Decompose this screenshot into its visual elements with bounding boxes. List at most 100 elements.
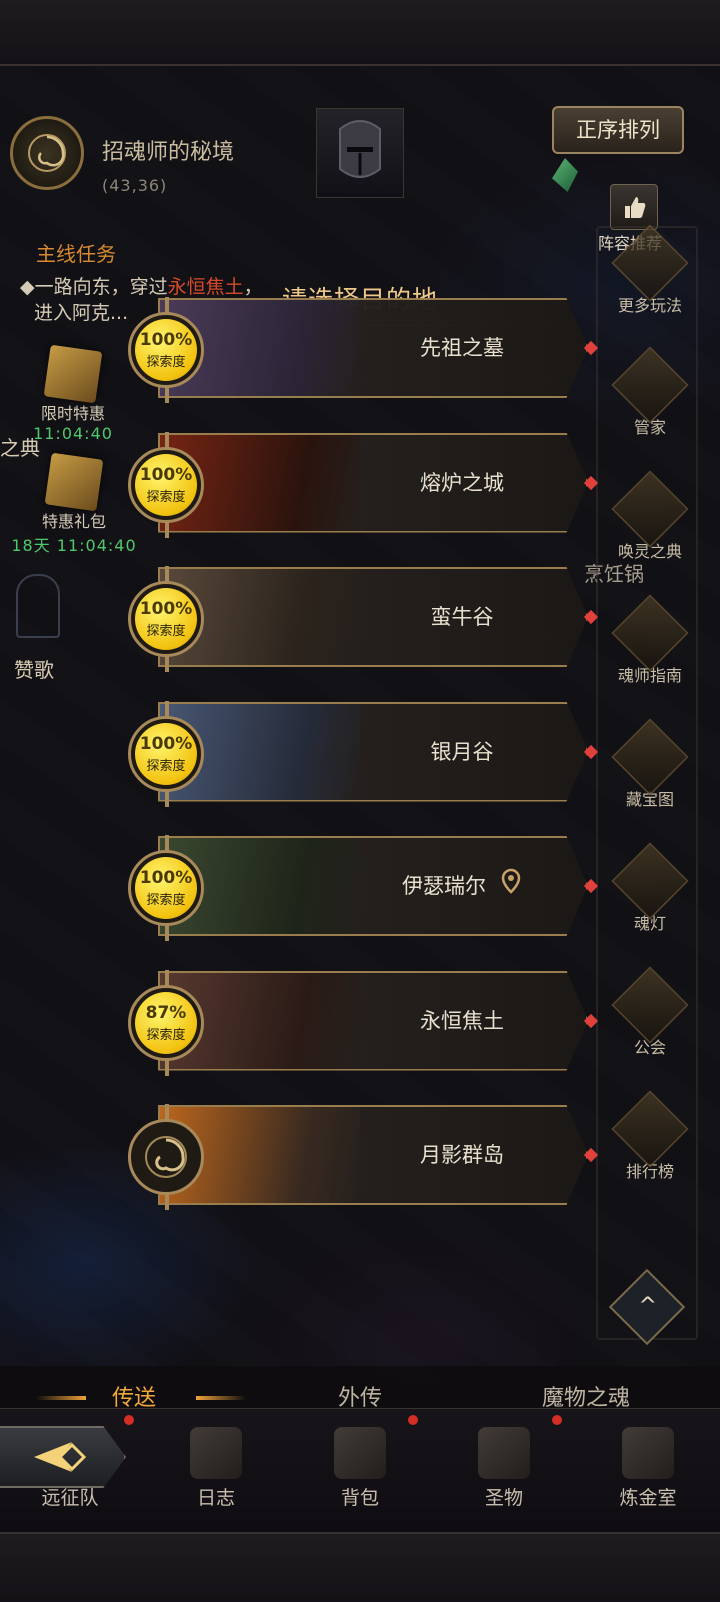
map-scroll-icon: [611, 718, 689, 796]
alchemy-icon: [622, 1427, 674, 1479]
progress-percent: 100%: [139, 330, 193, 350]
exploration-progress-badge: 100% 探索度: [128, 297, 204, 403]
zone-coordinates: (43,36): [102, 176, 168, 195]
diamond-arrow-icon: [34, 1442, 87, 1472]
exploration-progress-badge: 100% 探索度: [128, 566, 204, 672]
right-menu-item[interactable]: 公会: [600, 966, 700, 1082]
nav-journal[interactable]: 日志: [166, 1427, 266, 1510]
progress-percent: 100%: [139, 868, 193, 888]
tab-ornament-left: [36, 1396, 86, 1400]
destination-item[interactable]: 伊瑟瑞尔 100% 探索度: [112, 835, 602, 942]
swirl-emblem-icon: [128, 1104, 204, 1210]
progress-fill: [135, 991, 197, 1054]
progress-label: 探索度: [146, 624, 186, 639]
right-menu-item[interactable]: 唤灵之典: [600, 470, 700, 586]
limited-sale-button[interactable]: 限时特惠 11:04:40: [30, 344, 116, 443]
exploration-progress-badge: 100% 探索度: [128, 431, 204, 538]
home-arrow-button[interactable]: [0, 1426, 126, 1488]
progress-label: 探索度: [146, 1027, 186, 1043]
bottom-frame: [0, 1532, 720, 1602]
destination-item[interactable]: 永恒焦土 87% 探索度: [112, 969, 602, 1077]
right-menu-item[interactable]: 排行榜: [600, 1090, 700, 1206]
thumbs-up-icon: [610, 184, 658, 230]
tab-ornament-right: [196, 1396, 246, 1400]
card-arrow-marker: [583, 1013, 599, 1028]
progress-percent: 87%: [145, 1002, 187, 1023]
destination-item[interactable]: 熔炉之城 100% 探索度: [112, 431, 602, 539]
zone-emblem-icon[interactable]: [10, 116, 84, 190]
trophy-icon: [611, 1090, 689, 1168]
chevron-up-icon: ^: [638, 1293, 657, 1319]
progress-label: 探索度: [146, 758, 186, 774]
destination-name-text: 银月谷: [430, 739, 494, 764]
destination-item[interactable]: 蛮牛谷 100% 探索度: [112, 566, 602, 673]
right-menu-item[interactable]: 魂灯: [600, 842, 700, 958]
progress-label: 探索度: [146, 489, 186, 505]
destination-name: 先祖之墓: [352, 298, 572, 398]
progress-fill: [135, 857, 197, 919]
destination-name: 伊瑟瑞尔: [352, 836, 572, 936]
progress-label: 探索度: [146, 893, 186, 908]
journal-scroll-icon: [190, 1427, 242, 1479]
exploration-progress-badge: 100% 探索度: [128, 835, 204, 941]
progress-fill: [135, 722, 197, 785]
card-arrow-marker: [583, 878, 599, 894]
gift-box-icon: [43, 344, 103, 404]
destination-name: 蛮牛谷: [352, 567, 572, 667]
card-arrow-marker: [583, 475, 599, 490]
guild-crest-icon: [611, 966, 689, 1044]
card-arrow-marker: [583, 609, 599, 625]
progress-label: 探索度: [146, 355, 186, 370]
destination-name-text: 月影群岛: [420, 1143, 504, 1167]
destination-name-text: 永恒焦土: [420, 1008, 504, 1033]
zone-name: 招魂师的秘境: [102, 140, 235, 165]
destination-name-text: 伊瑟瑞尔: [402, 874, 486, 898]
destination-item[interactable]: 银月谷 100% 探索度: [112, 700, 602, 808]
destination-name-text: 蛮牛谷: [430, 605, 494, 629]
destination-name: 熔炉之城: [352, 433, 572, 533]
destination-name: 月影群岛: [352, 1105, 572, 1205]
destination-name-text: 先祖之墓: [420, 336, 504, 360]
right-menu-item[interactable]: 管家: [600, 346, 700, 462]
nav-backpack[interactable]: 背包: [310, 1427, 410, 1510]
limited-sale-timer: 11:04:40: [33, 424, 113, 443]
progress-fill: [135, 588, 197, 650]
card-arrow-marker: [583, 1147, 599, 1163]
card-arrow-marker: [583, 340, 599, 356]
torch-relic-icon: [478, 1427, 530, 1479]
lyre-icon: [16, 574, 60, 638]
destination-name: 永恒焦土: [352, 971, 572, 1071]
progress-percent: 100%: [139, 599, 193, 619]
compass-icon: [611, 594, 689, 672]
main-quest-title[interactable]: 主线任务: [36, 238, 116, 267]
nav-relics[interactable]: 圣物: [454, 1427, 554, 1510]
progress-fill: [135, 453, 197, 516]
destination-item[interactable]: 月影群岛: [112, 1104, 602, 1211]
backpack-icon: [334, 1427, 386, 1479]
quill-icon: [611, 346, 689, 424]
progress-percent: 100%: [139, 464, 193, 485]
nav-journal-label: 日志: [196, 1487, 235, 1509]
backpack-badge: [408, 1415, 418, 1425]
helmet-portrait-icon[interactable]: [316, 108, 404, 198]
exploration-progress-badge: 87% 探索度: [128, 969, 204, 1076]
lamp-icon: [611, 842, 689, 920]
expedition-badge: [124, 1415, 134, 1425]
gift-box-icon: [44, 452, 104, 512]
hymn-label: 赞歌: [14, 658, 54, 682]
limited-sale-label: 限时特惠: [40, 404, 105, 423]
right-menu-item[interactable]: 魂师指南: [600, 594, 700, 710]
game-world-background: 招魂师的秘境 (43,36) 正序排列 阵容推荐 主线任务 ◆一路向东，穿过永恒…: [0, 66, 720, 1532]
nav-backpack-label: 背包: [340, 1487, 379, 1509]
progress-fill: [135, 319, 197, 381]
progress-percent: 100%: [139, 733, 193, 754]
sort-ascending-button[interactable]: 正序排列: [552, 106, 684, 154]
nav-alchemy[interactable]: 炼金室: [598, 1427, 698, 1510]
hymn-button[interactable]: [8, 574, 68, 638]
right-menu-item[interactable]: 藏宝图: [600, 718, 700, 834]
top-frame: [0, 0, 720, 66]
location-pin-icon: [500, 837, 522, 937]
book-icon: [611, 470, 689, 548]
destination-item[interactable]: 先祖之墓 100% 探索度: [112, 297, 602, 404]
exploration-progress-badge: 100% 探索度: [128, 700, 204, 807]
